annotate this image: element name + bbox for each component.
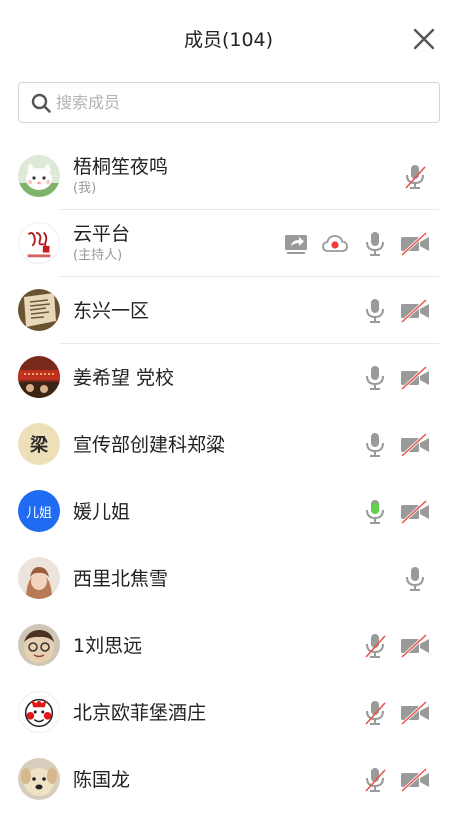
camera-off-icon [400,499,429,525]
mic-muted-icon [365,768,386,792]
mic-muted-button[interactable] [360,632,390,660]
mic-muted-button[interactable] [360,699,390,727]
header: 成员(104) [0,0,457,78]
camera-off-button[interactable] [399,766,429,794]
member-row[interactable]: 梁 宣传部创建科郑粱 [0,411,457,478]
member-row[interactable]: 云平台 (主持人) [0,210,457,277]
camera-off-icon [400,700,429,726]
member-row[interactable]: 姜希望 党校 [0,344,457,411]
mic-muted-button[interactable] [400,163,430,191]
camera-off-icon [400,432,429,458]
cat-avatar [18,155,60,197]
close-button[interactable] [411,26,437,52]
mic-muted-icon [365,634,386,658]
camera-off-button[interactable] [399,297,429,325]
document-photo-avatar [18,289,60,331]
cartoon-avatar [18,691,60,733]
mic-icon [406,567,424,591]
member-list: 梧桐笙夜鸣 (我) 云平台 (主持人) 东兴一区 姜希望 党校 梁 宣传部创建科… [0,143,457,813]
mic-icon [366,299,384,323]
member-name: 陈国龙 [73,768,131,791]
member-name: 姜希望 党校 [73,366,175,389]
initials-avatar: 儿姐 [18,490,60,532]
member-name: 东兴一区 [73,299,150,322]
avatar-initials: 儿姐 [25,505,52,521]
mic-muted-icon [365,701,386,725]
screen-share-button[interactable] [281,230,311,258]
camera-off-icon [400,231,429,257]
camera-off-icon [400,365,429,391]
camera-off-button[interactable] [399,699,429,727]
member-row[interactable]: 梧桐笙夜鸣 (我) [0,143,457,210]
member-row[interactable]: 陈国龙 [0,746,457,813]
cloud-recording-button[interactable] [320,230,350,258]
mic-speaking-icon [366,500,384,524]
member-row[interactable]: 东兴一区 [0,277,457,344]
mic-muted-button[interactable] [360,766,390,794]
mic-button[interactable] [400,565,430,593]
camera-off-icon [400,298,429,324]
screen-share-icon [285,235,307,254]
search-icon [31,93,51,113]
mic-icon [366,232,384,256]
camera-off-button[interactable] [399,498,429,526]
close-icon [413,28,435,50]
member-name: 梧桐笙夜鸣 [73,156,169,178]
member-row[interactable]: 西里北焦雪 [0,545,457,612]
member-name: 媛儿姐 [73,500,131,523]
member-row[interactable]: 儿姐 媛儿姐 [0,478,457,545]
page-title: 成员(104) [183,29,274,51]
mic-button[interactable] [360,431,390,459]
character-liang-avatar: 梁 [18,423,60,465]
dog-avatar [18,758,60,800]
member-role: (我) [73,181,97,196]
member-name: 西里北焦雪 [73,567,169,590]
mic-icon [366,433,384,457]
mic-muted-icon [405,165,426,189]
avatar-character: 梁 [30,435,48,456]
member-name: 宣传部创建科郑粱 [73,433,226,456]
camera-off-button[interactable] [399,632,429,660]
member-name: 云平台 [73,223,131,245]
search-box[interactable] [18,82,440,123]
cloud-recording-icon [322,235,348,252]
camera-off-icon [400,633,429,659]
member-role: (主持人) [73,248,123,263]
mic-speaking-button[interactable] [360,498,390,526]
portrait-avatar [18,557,60,599]
banner-photo-avatar [18,356,60,398]
camera-off-button[interactable] [399,230,429,258]
member-name: 1刘思远 [73,634,143,657]
member-row[interactable]: 1刘思远 [0,612,457,679]
mic-button[interactable] [360,297,390,325]
kid-photo-avatar [18,624,60,666]
mic-button[interactable] [360,230,390,258]
member-name: 北京欧菲堡酒庄 [73,701,207,724]
camera-off-icon [400,767,429,793]
camera-off-button[interactable] [399,364,429,392]
camera-off-button[interactable] [399,431,429,459]
mic-button[interactable] [360,364,390,392]
mic-icon [366,366,384,390]
search-input[interactable] [56,83,426,122]
calligraphy-logo-avatar [18,222,60,264]
member-row[interactable]: 北京欧菲堡酒庄 [0,679,457,746]
